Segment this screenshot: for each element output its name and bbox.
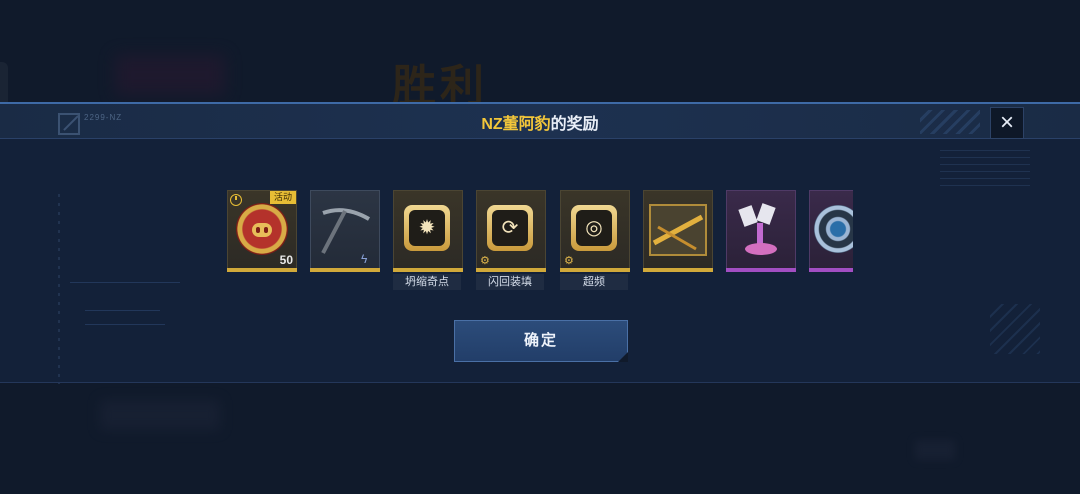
reward-dialog: 2299-NZ NZ董阿豹的奖励 × 活动 50 ϟ ✹ 坍缩奇点 ⟳ ⚙ 闪回… [0, 102, 1080, 384]
reward-item-pickaxe[interactable]: ϟ [310, 190, 380, 272]
rarity-bar [560, 268, 630, 272]
reward-item-turret[interactable] [726, 190, 796, 272]
lightning-icon: ϟ [361, 252, 368, 266]
rarity-bar [310, 268, 380, 272]
item-label: 坍缩奇点 [393, 274, 461, 290]
rarity-bar [809, 268, 853, 272]
chip-inner: ◎ [576, 210, 612, 246]
reward-item-ring[interactable] [809, 190, 853, 272]
overclock-icon: ◎ [585, 217, 603, 239]
item-card: 活动 50 [227, 190, 297, 270]
turret-icon [738, 203, 777, 255]
confirm-button[interactable]: 确定 [454, 320, 628, 362]
item-label: 超频 [560, 274, 628, 290]
close-button[interactable]: × [990, 107, 1024, 139]
chip-frame: ⟳ [487, 205, 533, 251]
item-card: ⟳ ⚙ [476, 190, 546, 270]
reward-item-weapon-crate[interactable] [643, 190, 713, 272]
item-card: ϟ [310, 190, 380, 270]
right-deco [940, 150, 1030, 190]
background-blob [100, 400, 220, 430]
pig-medal-icon [236, 203, 288, 255]
confirm-label: 确定 [523, 332, 558, 349]
reward-item-singularity[interactable]: ✹ 坍缩奇点 [393, 190, 463, 290]
event-tag: 活动 [269, 191, 296, 204]
pig-snout-icon [252, 223, 272, 237]
reward-item-overclock[interactable]: ◎ ⚙ 超频 [560, 190, 630, 290]
deco-line [70, 282, 180, 283]
item-card [809, 190, 853, 270]
chip-frame: ✹ [404, 205, 450, 251]
ring-icon [814, 205, 853, 253]
gear-badge-icon: ⚙ [564, 255, 574, 267]
chip-inner: ✹ [409, 210, 445, 246]
reload-icon: ⟳ [501, 217, 519, 239]
diagonal-deco [990, 304, 1040, 354]
chip-frame: ◎ [571, 205, 617, 251]
item-card [643, 190, 713, 270]
item-card: ◎ ⚙ [560, 190, 630, 270]
dialog-header: 2299-NZ NZ董阿豹的奖励 × [0, 104, 1080, 139]
chip-inner: ⟳ [492, 210, 528, 246]
pickaxe-icon [321, 208, 371, 254]
rarity-bar [393, 268, 463, 272]
dialog-title: NZ董阿豹的奖励 [0, 110, 1080, 134]
singularity-icon: ✹ [418, 217, 436, 239]
title-suffix: 的奖励 [550, 116, 599, 133]
reward-item-pig-medal[interactable]: 活动 50 [227, 190, 297, 272]
gear-badge-icon: ⚙ [480, 255, 490, 267]
background-blob [915, 440, 955, 460]
item-card [726, 190, 796, 270]
button-corner [618, 352, 628, 362]
rarity-bar [476, 268, 546, 272]
clock-icon [230, 194, 242, 206]
deco-line [85, 310, 160, 311]
item-quantity: 50 [279, 253, 293, 267]
item-label: 闪回装填 [476, 274, 544, 290]
close-icon: × [999, 109, 1014, 136]
left-deco [58, 194, 60, 384]
weapon-crate-icon [649, 204, 707, 256]
deco-line [85, 324, 165, 325]
rarity-bar [643, 268, 713, 272]
background-blob [115, 55, 225, 95]
reward-item-flash-reload[interactable]: ⟳ ⚙ 闪回装填 [476, 190, 546, 290]
player-name: NZ董阿豹 [481, 116, 551, 133]
header-stripes [920, 110, 980, 134]
item-card: ✹ [393, 190, 463, 270]
rarity-bar [726, 268, 796, 272]
rarity-bar [227, 268, 297, 272]
